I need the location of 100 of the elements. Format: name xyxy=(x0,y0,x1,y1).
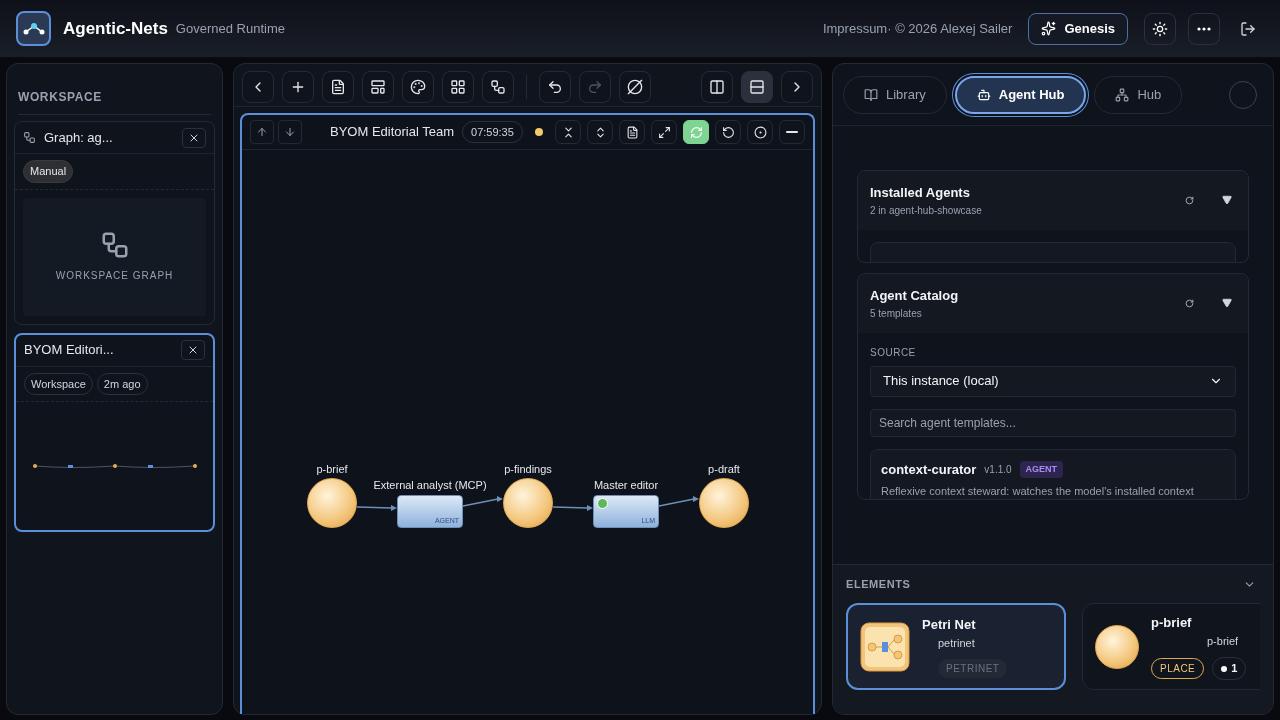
document-icon xyxy=(625,125,639,139)
template-card[interactable]: context-curator v1.1.0 AGENT Reflexive context steward: watches the model's installed context xyxy=(870,448,1236,499)
move-up-button[interactable] xyxy=(250,120,274,144)
element-name: Petri Net xyxy=(922,616,977,634)
credit-link[interactable]: Impressum· © 2026 Alexej Sailer xyxy=(822,18,1013,39)
collapse-button[interactable] xyxy=(555,120,581,144)
place-icon xyxy=(1095,624,1139,669)
redo-icon xyxy=(587,78,603,95)
card-title: Graph: ag... xyxy=(44,128,114,147)
app-subtitle: Governed Runtime xyxy=(175,19,285,38)
element-badge: PETRINET xyxy=(938,659,1008,678)
net-title: BYOM Editorial Team xyxy=(330,123,455,142)
template-search-field[interactable]: Search agent templates... xyxy=(870,408,1236,437)
target-button[interactable] xyxy=(747,120,773,144)
panel-tab[interactable]: Agent Hub xyxy=(954,75,1087,114)
graph-icon xyxy=(490,78,506,95)
section-title: Installed Agents xyxy=(870,184,971,202)
template-version: v1.1.0 xyxy=(984,462,1012,477)
element-card[interactable]: p-brief p-brief PLACE 1 xyxy=(1082,603,1260,690)
template-description: Reflexive context steward: watches the model's installed context xyxy=(881,484,1195,499)
palette-icon xyxy=(410,78,426,95)
refresh-icon xyxy=(689,125,703,139)
document-button[interactable] xyxy=(619,120,645,144)
workspace-graph-preview[interactable]: WORKSPACE GRAPH xyxy=(23,197,206,316)
source-label: SOURCE xyxy=(870,345,917,360)
rotate-left-icon xyxy=(721,125,735,139)
refresh-icon[interactable] xyxy=(1185,298,1194,308)
grid-icon xyxy=(450,78,466,95)
disable-button[interactable] xyxy=(619,70,651,103)
element-card[interactable]: Petri Net petrinet PETRINET xyxy=(846,603,1066,690)
theme-toggle-button[interactable] xyxy=(1144,12,1176,45)
app-logo-icon[interactable] xyxy=(16,11,51,46)
add-button[interactable] xyxy=(282,70,314,103)
forward-button[interactable] xyxy=(781,70,813,103)
place-node[interactable] xyxy=(699,478,749,528)
section-subtitle: 5 templates xyxy=(870,306,923,321)
genesis-button[interactable]: Genesis xyxy=(1028,12,1128,45)
minimize-button[interactable] xyxy=(779,120,805,144)
element-type: petrinet xyxy=(938,635,976,651)
source-select[interactable]: This instance (local) xyxy=(870,365,1236,397)
close-icon xyxy=(187,344,199,356)
place-node[interactable] xyxy=(503,478,553,528)
expand-button[interactable] xyxy=(587,120,613,144)
element-type: p-brief xyxy=(1207,633,1240,649)
place-node[interactable] xyxy=(307,478,357,528)
graph-icon xyxy=(23,131,36,144)
section-subtitle: 2 in agent-hub-showcase xyxy=(870,203,983,218)
more-icon xyxy=(1197,26,1211,31)
close-button[interactable] xyxy=(182,127,206,148)
template-name: context-curator xyxy=(881,460,977,479)
sync-button[interactable] xyxy=(683,120,709,144)
move-down-button[interactable] xyxy=(278,120,302,144)
document-button[interactable] xyxy=(322,70,354,103)
panel-title: WORKSPACE xyxy=(18,88,211,115)
robot-icon xyxy=(976,87,991,102)
section-title: Agent Catalog xyxy=(870,287,960,305)
palette-button[interactable] xyxy=(402,70,434,103)
reset-button[interactable] xyxy=(715,120,741,144)
split-rows-button[interactable] xyxy=(741,70,773,103)
split-columns-button[interactable] xyxy=(701,70,733,103)
section-title: ELEMENTS xyxy=(846,576,912,592)
minus-icon xyxy=(786,131,798,133)
transition-label: External analyst (MCP) xyxy=(373,478,487,493)
fullscreen-button[interactable] xyxy=(651,120,677,144)
arc-arrow xyxy=(552,505,593,511)
circle-dot-icon xyxy=(753,125,767,139)
arc-arrow xyxy=(658,496,699,507)
card-tag: Manual xyxy=(23,160,74,183)
fullscreen-icon xyxy=(657,125,671,139)
workspace-card[interactable]: Graph: ag... Manual WORKSPACE GRAPH xyxy=(14,121,215,325)
refresh-icon[interactable] xyxy=(1185,195,1194,205)
element-name: p-brief xyxy=(1151,614,1193,633)
grid-button[interactable] xyxy=(442,70,474,103)
preview-label: WORKSPACE GRAPH xyxy=(55,269,174,283)
book-icon xyxy=(864,87,878,102)
place-label: p-findings xyxy=(504,462,552,477)
collapse-icon[interactable] xyxy=(1222,298,1232,309)
arc-arrow xyxy=(356,505,397,511)
arc-arrow xyxy=(462,496,503,507)
logout-icon xyxy=(1240,20,1256,37)
running-indicator xyxy=(597,498,608,509)
sparkles-icon xyxy=(1041,21,1057,36)
transition-label: Master editor xyxy=(593,478,659,493)
layout-button[interactable] xyxy=(362,70,394,103)
card-title: BYOM Editori... xyxy=(24,341,115,360)
undo-button[interactable] xyxy=(539,70,571,103)
columns-icon xyxy=(709,78,725,95)
undo-icon xyxy=(547,78,563,95)
graph-button[interactable] xyxy=(482,70,514,103)
sun-icon xyxy=(1152,20,1168,37)
back-button[interactable] xyxy=(242,70,274,103)
network-icon xyxy=(1115,87,1130,102)
close-button[interactable] xyxy=(181,340,205,360)
document-icon xyxy=(330,78,346,95)
more-menu-button[interactable] xyxy=(1188,12,1220,45)
petri-net-icon xyxy=(860,621,910,672)
app-title: Agentic-Nets xyxy=(63,17,168,40)
collapse-icon[interactable] xyxy=(1222,195,1232,206)
slashed-circle-icon xyxy=(627,78,643,95)
workspace-card[interactable]: BYOM Editori... Workspace 2m ago xyxy=(14,332,215,532)
